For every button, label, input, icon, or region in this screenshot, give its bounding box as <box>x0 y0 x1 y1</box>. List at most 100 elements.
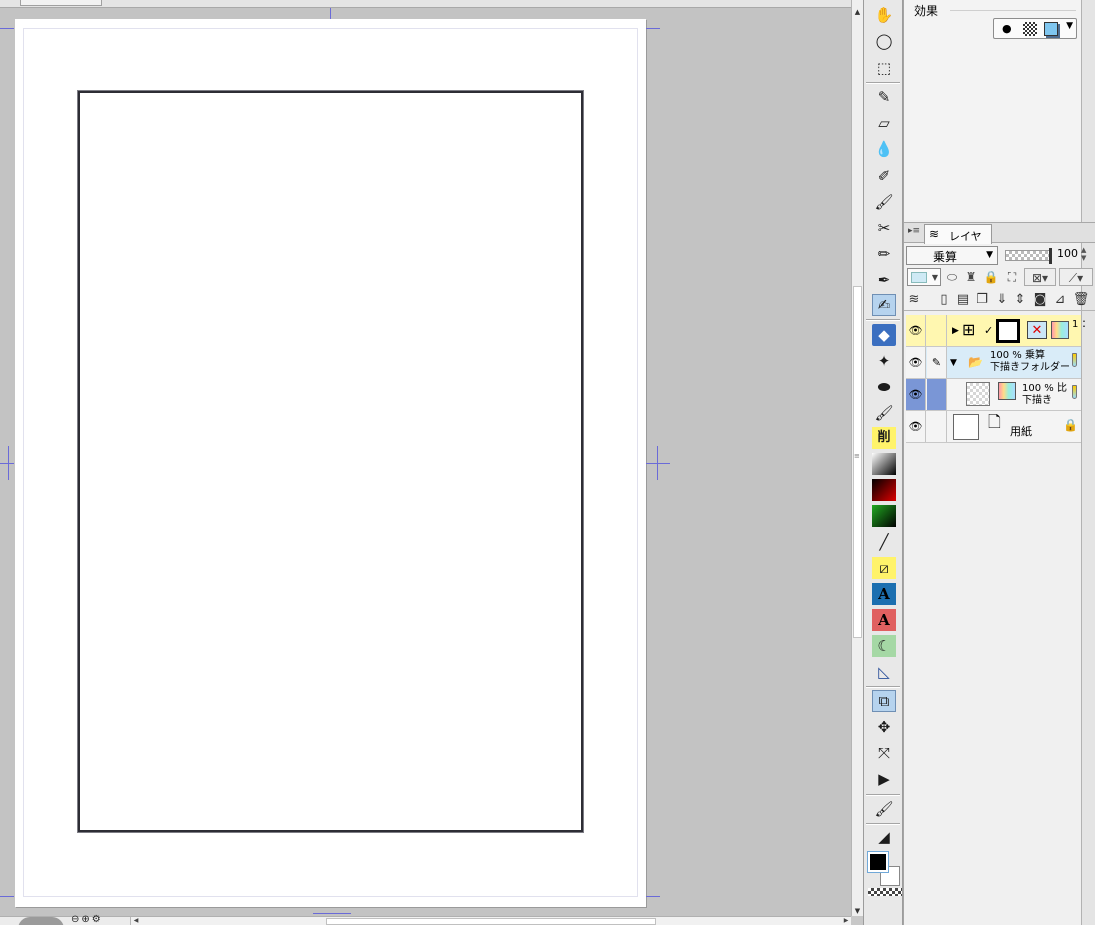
layer-lock-cell[interactable] <box>927 379 947 410</box>
horizontal-scrollbar[interactable]: ◀ ▶ <box>130 917 851 925</box>
opacity-value[interactable]: 100 <box>1057 247 1078 260</box>
main-color[interactable] <box>867 851 889 873</box>
horizontal-scroll-thumb[interactable] <box>326 918 656 925</box>
object-icon[interactable]: ⧉ <box>872 690 896 712</box>
reference-icon[interactable]: ♜ <box>962 268 980 286</box>
rotate-knob[interactable] <box>18 917 64 925</box>
dropdown-arrow-icon[interactable]: ▼ <box>1066 21 1073 31</box>
lock-icon[interactable]: 🔒 <box>1063 418 1078 432</box>
expand-arrow-icon[interactable]: ▶ <box>952 324 959 338</box>
lock-alpha-icon[interactable]: ⛶ <box>1002 268 1022 286</box>
scroll-right-icon[interactable]: ▶ <box>841 917 851 925</box>
canvas-paper[interactable] <box>15 19 646 907</box>
eye-icon[interactable]: 👁 <box>906 347 926 378</box>
correct-line-icon[interactable]: 🖌 <box>872 798 896 820</box>
mask-off-icon[interactable]: ✕ <box>1027 321 1047 339</box>
eye-icon[interactable]: 👁 <box>906 315 926 346</box>
g-pen-icon[interactable]: ✍ <box>872 294 896 316</box>
decoration-icon[interactable]: ✂ <box>872 217 896 239</box>
layer-color-dropdown[interactable]: ▼ <box>907 268 941 286</box>
mask-dropdown-icon[interactable]: ⊠▾ <box>1024 268 1056 286</box>
fill-lasso-icon[interactable]: ⬬ <box>872 376 896 398</box>
circle-dot-icon[interactable]: ● <box>1002 22 1012 35</box>
zoom-in-icon[interactable]: ⊕ <box>81 914 91 925</box>
lasso-icon[interactable]: ◯ <box>872 30 896 52</box>
tab-layer[interactable]: ≋ レイヤー <box>924 224 992 259</box>
pencil-icon[interactable]: ✏ <box>872 243 896 265</box>
layer-row-paper[interactable]: 👁 🗋 用紙 🔒 <box>906 411 1081 443</box>
clip-icon[interactable]: ⬭ <box>943 268 961 286</box>
canvas-tab[interactable] <box>20 0 102 6</box>
ruler-dropdown-icon[interactable]: ⟋▾ <box>1059 268 1093 286</box>
canvas-area[interactable] <box>0 0 851 916</box>
mask-icon[interactable]: ◙ <box>1031 291 1049 309</box>
fill-icon[interactable]: ◆ <box>872 324 896 346</box>
merge-down-icon[interactable]: ⇓ <box>993 291 1011 309</box>
transfer-down-icon[interactable]: ⇕ <box>1011 291 1029 309</box>
text-red-icon[interactable]: A <box>872 609 896 631</box>
pen-edit-icon[interactable]: ✎ <box>927 347 947 378</box>
blend-mode-select[interactable]: 乗算 ▼ <box>906 246 998 265</box>
opacity-spinner-icon[interactable]: ▲ ▼ <box>1081 246 1086 262</box>
brush-shape-icon[interactable]: ◢ <box>872 826 896 848</box>
collapse-arrow-icon[interactable]: ▼ <box>950 356 957 370</box>
new-vector-layer-icon[interactable]: ▤ <box>954 291 972 309</box>
opacity-slider-knob[interactable] <box>1049 248 1052 264</box>
layer-move-icon[interactable]: ✥ <box>872 716 896 738</box>
crop-mark <box>646 28 660 29</box>
panel-menu-icon[interactable]: ▸≡ <box>907 226 921 240</box>
layer-row-frame[interactable]: 👁 ▶ ⊞ ✓ ✕ 1 ： <box>906 315 1092 347</box>
cube-icon[interactable] <box>1044 22 1058 36</box>
effect-picker[interactable]: ● ▼ <box>993 18 1077 39</box>
eye-icon[interactable]: 👁 <box>906 379 926 410</box>
gradient-red-icon[interactable] <box>872 479 896 501</box>
new-folder-icon[interactable]: ❐ <box>973 291 991 309</box>
ruler-create-icon[interactable]: ⊿ <box>1051 291 1069 309</box>
transparent-color[interactable] <box>868 888 902 896</box>
frame-border[interactable] <box>78 91 583 832</box>
brush-icon[interactable]: 🖌 <box>872 191 896 213</box>
airbrush-icon[interactable]: ✐ <box>872 165 896 187</box>
ruler-icon[interactable]: ◺ <box>872 661 896 683</box>
eraser-icon[interactable]: ▱ <box>872 112 896 134</box>
frame-icon[interactable]: ⧄ <box>872 557 896 579</box>
layer-list[interactable]: 👁 ▶ ⊞ ✓ ✕ 1 ： 👁 ✎ ▼ 📂 100 % 乗算 下描きフォルダー … <box>906 313 1092 925</box>
layer-lock-cell[interactable] <box>927 315 947 346</box>
vertical-scrollbar[interactable]: ▲ ≡ ▼ <box>851 0 863 916</box>
layer-lock-cell[interactable] <box>927 411 947 442</box>
rotate-icon[interactable]: ⚙ <box>92 914 103 925</box>
dropper-icon[interactable]: ✒ <box>872 269 896 291</box>
zoom-out-icon[interactable]: ⊖ <box>71 914 81 925</box>
balloon-icon[interactable]: ☾ <box>872 635 896 657</box>
fill-correct-icon[interactable]: ✦ <box>872 350 896 372</box>
color-swatch[interactable] <box>867 851 902 896</box>
hand-icon[interactable]: ✋ <box>872 4 896 26</box>
lock-icon[interactable]: 🔒 <box>982 268 1000 286</box>
text-erase-icon[interactable]: 削 <box>872 427 896 449</box>
trash-icon[interactable]: 🗑 <box>1072 291 1090 309</box>
eye-icon[interactable]: 👁 <box>906 411 926 442</box>
checker-icon[interactable] <box>1023 22 1037 36</box>
blend-drops-icon[interactable]: 💧 <box>872 138 896 160</box>
scroll-down-icon[interactable]: ▼ <box>852 907 863 918</box>
zoom-controls[interactable]: ⊖⊕⚙ <box>71 914 103 925</box>
text-blue-icon[interactable]: A <box>872 583 896 605</box>
fill-more-icon[interactable]: 🖌 <box>872 402 896 424</box>
new-raster-layer-icon[interactable]: ▯ <box>935 291 953 309</box>
gradient-green-icon[interactable] <box>872 505 896 527</box>
layer-row-draft-folder[interactable]: 👁 ✎ ▼ 📂 100 % 乗算 下描きフォルダー <box>906 347 1081 379</box>
scroll-up-icon[interactable]: ▲ <box>852 8 863 19</box>
opacity-slider[interactable] <box>1005 248 1052 264</box>
vertical-scroll-thumb[interactable] <box>853 286 862 638</box>
layer-row-draft[interactable]: 👁 100 % 比 下描き <box>906 379 1081 411</box>
scroll-left-icon[interactable]: ◀ <box>131 917 141 925</box>
top-ruler <box>0 0 851 8</box>
panel-scrollbar[interactable] <box>1081 0 1095 925</box>
rect-select-icon[interactable]: ⬚ <box>872 57 896 79</box>
line-icon[interactable]: ╱ <box>872 531 896 553</box>
gradient-black-icon[interactable] <box>872 453 896 475</box>
transform-icon[interactable]: ⤧ <box>872 742 896 764</box>
layer-list-icon[interactable]: ≋ <box>905 291 923 309</box>
pen-icon[interactable]: ✎ <box>872 86 896 108</box>
operation-icon[interactable]: ▶ <box>872 768 896 790</box>
